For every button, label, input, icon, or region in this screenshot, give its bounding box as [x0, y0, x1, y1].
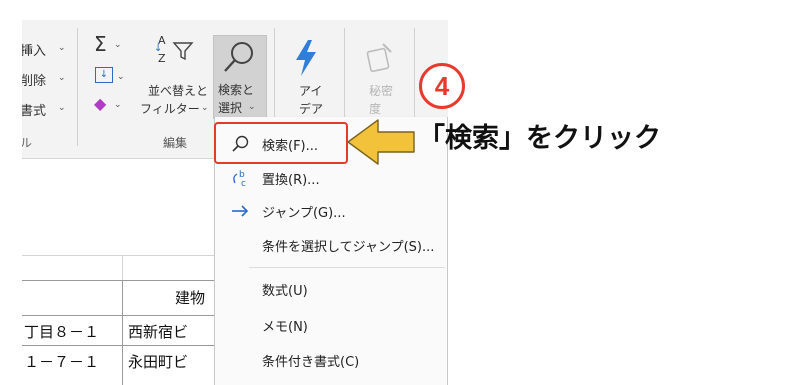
- chevron-down-icon: ⌄: [114, 40, 122, 50]
- menu-item-label: 条件付き書式(C): [262, 355, 360, 370]
- menu-item-replace[interactable]: b c 置換(R)...: [215, 163, 447, 193]
- group-separator: [77, 28, 78, 146]
- menu-item-conditional-formatting[interactable]: 条件付き書式(C): [215, 345, 447, 375]
- sensitivity-label-1: 秘密: [369, 84, 394, 98]
- replace-icon: b c: [233, 170, 246, 188]
- chevron-down-icon: ⌄: [248, 102, 256, 112]
- sort-filter-icon[interactable]: A Z ↓: [152, 34, 212, 76]
- delete-label[interactable]: 削除: [22, 70, 46, 89]
- chevron-down-icon: ⌄: [58, 103, 66, 113]
- cell-address[interactable]: 丁目８－１: [24, 321, 99, 342]
- chevron-down-icon: ⌄: [58, 43, 66, 53]
- menu-separator: [249, 267, 445, 268]
- find-select-label-1: 検索と: [218, 83, 255, 97]
- menu-item-label: メモ(N): [262, 320, 308, 335]
- menu-item-notes[interactable]: メモ(N): [215, 310, 447, 340]
- grid-line: [122, 280, 123, 385]
- pointer-arrow-icon: [347, 119, 415, 165]
- sensitivity-icon: [366, 43, 392, 73]
- chevron-down-icon: ⌄: [117, 72, 125, 82]
- column-header-building[interactable]: 建物: [175, 287, 205, 308]
- grid-line: [122, 255, 123, 280]
- ideas-icon[interactable]: [290, 38, 322, 78]
- screenshot-canvas: 挿入 ⌄ 削除 ⌄ 書式 ⌄ セル Σ ⌄ ↓ ⌄ ◆ ⌄ A Z ↓: [0, 0, 800, 385]
- chevron-down-icon: ⌄: [58, 73, 66, 83]
- sort-filter-label-1[interactable]: 並べ替えと: [148, 82, 208, 99]
- menu-item-formulas[interactable]: 数式(U): [215, 274, 447, 304]
- fill-icon[interactable]: ↓: [95, 67, 113, 83]
- autosum-icon[interactable]: Σ: [94, 32, 107, 56]
- arrow-right-icon: [232, 205, 249, 217]
- callout-text: 「検索」をクリック: [418, 123, 661, 154]
- eraser-icon[interactable]: ◆: [94, 94, 106, 113]
- step-number-badge: 4: [419, 63, 465, 109]
- find-select-label-2: 選択: [218, 101, 243, 115]
- format-label[interactable]: 書式: [22, 100, 46, 119]
- find-select-button[interactable]: 検索と 選択 ⌄: [213, 35, 267, 119]
- edit-group-label: 編集: [163, 136, 188, 150]
- menu-item-label: 条件を選択してジャンプ(S)...: [262, 240, 435, 255]
- cells-group-label: セル: [22, 136, 33, 150]
- sort-filter-label-2[interactable]: フィルター: [140, 100, 200, 117]
- cell-address[interactable]: １－７－１: [24, 351, 99, 372]
- menu-item-goto-special[interactable]: 条件を選択してジャンプ(S)...: [215, 230, 447, 260]
- chevron-down-icon: ⌄: [114, 100, 122, 110]
- cell-building[interactable]: 永田町ビ: [128, 351, 188, 372]
- cell-building[interactable]: 西新宿ビ: [128, 321, 188, 342]
- insert-label[interactable]: 挿入: [22, 40, 46, 59]
- highlight-box: [214, 122, 348, 164]
- excel-window: 挿入 ⌄ 削除 ⌄ 書式 ⌄ セル Σ ⌄ ↓ ⌄ ◆ ⌄ A Z ↓: [22, 20, 448, 385]
- svg-text:c: c: [241, 179, 246, 188]
- chevron-down-icon: ⌄: [201, 103, 209, 113]
- menu-item-label: ジャンプ(G)...: [262, 206, 346, 221]
- ideas-label-1[interactable]: アイ: [299, 82, 322, 99]
- menu-item-label: 置換(R)...: [262, 173, 320, 188]
- menu-item-goto[interactable]: ジャンプ(G)...: [215, 196, 447, 226]
- magnifier-icon: [224, 42, 253, 72]
- menu-item-label: 数式(U): [262, 284, 308, 299]
- ideas-label-2[interactable]: デア: [299, 100, 323, 117]
